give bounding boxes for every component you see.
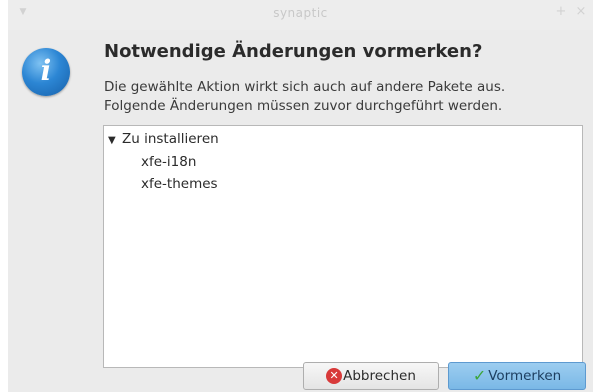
- cancel-button-label: Abbrechen: [343, 368, 416, 384]
- apply-button-label: Vormerken: [488, 368, 562, 384]
- cancel-button[interactable]: ✕ Abbrechen: [303, 362, 439, 390]
- description-line-1: Die gewählte Aktion wirkt sich auch auf …: [104, 79, 506, 95]
- expander-icon[interactable]: ▼: [108, 135, 122, 146]
- maximize-icon[interactable]: +: [554, 5, 568, 19]
- cancel-icon: ✕: [326, 368, 343, 384]
- tree-group-label: Zu installieren: [122, 131, 219, 147]
- dialog-window: ▼ synaptic + × i Notwendige Änderungen v…: [0, 0, 593, 392]
- window-title: synaptic: [273, 6, 328, 20]
- title-bar[interactable]: ▼ synaptic + ×: [8, 0, 593, 30]
- close-icon[interactable]: ×: [574, 5, 588, 19]
- tree-item-row[interactable]: xfe-themes: [141, 176, 218, 192]
- changes-tree-view[interactable]: ▼ Zu installieren xfe-i18n xfe-themes: [103, 125, 583, 368]
- checkmark-icon: ✓: [472, 366, 487, 385]
- description-line-2: Folgende Änderungen müssen zuvor durchge…: [104, 98, 503, 114]
- apply-button[interactable]: ✓ Vormerken: [448, 362, 586, 390]
- tree-group-row[interactable]: ▼ Zu installieren: [108, 131, 219, 147]
- dialog-content: i Notwendige Änderungen vormerken? Die g…: [8, 30, 593, 392]
- dialog-heading: Notwendige Änderungen vormerken?: [104, 41, 483, 62]
- info-icon: i: [22, 48, 70, 96]
- dialog-description: Die gewählte Aktion wirkt sich auch auf …: [104, 78, 584, 116]
- tree-item-row[interactable]: xfe-i18n: [141, 154, 196, 170]
